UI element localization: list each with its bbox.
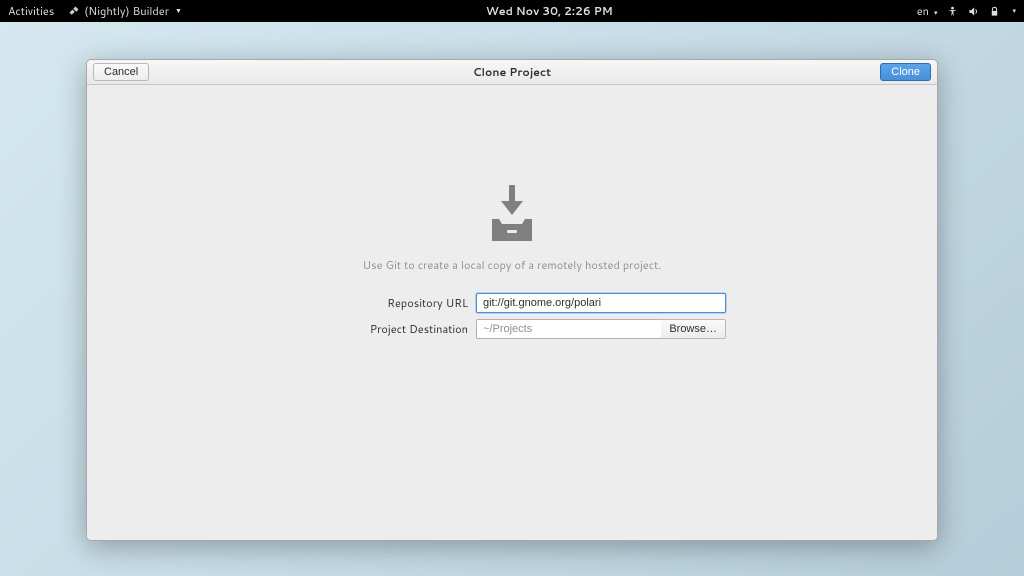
clock[interactable]: Wed Nov 30, 2:26 PM bbox=[182, 3, 917, 19]
chevron-down-icon[interactable]: ▾ bbox=[1012, 6, 1016, 16]
input-language-indicator[interactable]: en ▾ bbox=[917, 3, 938, 19]
clone-project-window: Cancel Clone Project Clone Use Git to cr… bbox=[86, 59, 938, 541]
headerbar: Cancel Clone Project Clone bbox=[87, 60, 937, 85]
content-area: Use Git to create a local copy of a remo… bbox=[87, 85, 937, 540]
chevron-down-icon: ▼ bbox=[175, 6, 182, 16]
hammer-icon bbox=[68, 5, 80, 17]
window-title: Clone Project bbox=[87, 64, 937, 80]
chevron-down-icon: ▾ bbox=[934, 8, 938, 18]
repository-url-label: Repository URL bbox=[298, 295, 468, 311]
clone-button[interactable]: Clone bbox=[880, 63, 931, 81]
volume-icon[interactable] bbox=[968, 6, 979, 17]
activities-button[interactable]: Activities bbox=[8, 3, 54, 19]
accessibility-icon[interactable] bbox=[947, 6, 958, 17]
clone-form: Repository URL Project Destination Brows… bbox=[298, 293, 726, 339]
app-menu[interactable]: (Nightly) Builder ▼ bbox=[68, 3, 182, 19]
lock-icon[interactable] bbox=[989, 6, 1000, 17]
download-box-icon bbox=[489, 183, 535, 243]
repository-url-input[interactable] bbox=[476, 293, 726, 313]
gnome-topbar: Activities (Nightly) Builder ▼ Wed Nov 3… bbox=[0, 0, 1024, 22]
cancel-button[interactable]: Cancel bbox=[93, 63, 149, 81]
subtitle-text: Use Git to create a local copy of a remo… bbox=[363, 257, 662, 273]
browse-button[interactable]: Browse… bbox=[661, 319, 726, 339]
project-destination-input[interactable] bbox=[476, 319, 662, 339]
app-name: (Nightly) Builder bbox=[84, 3, 169, 19]
project-destination-label: Project Destination bbox=[298, 321, 468, 337]
